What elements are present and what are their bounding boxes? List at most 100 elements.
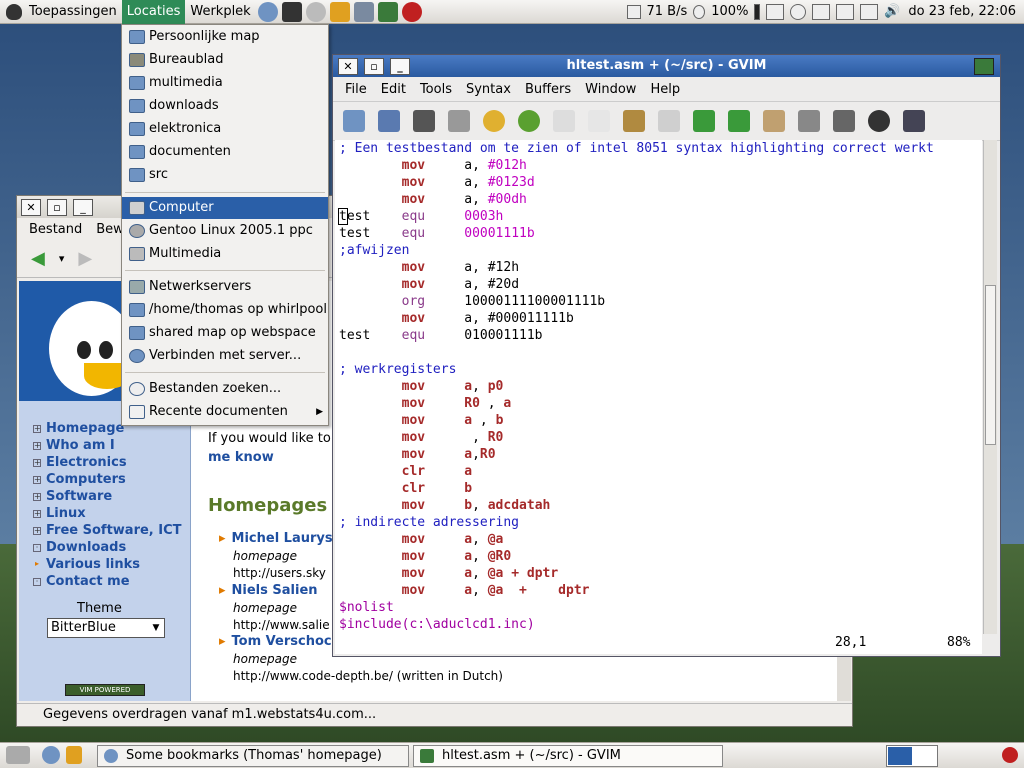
menu-tools[interactable]: Tools bbox=[420, 82, 452, 97]
close-icon[interactable]: ✕ bbox=[338, 58, 358, 75]
script-icon[interactable] bbox=[903, 110, 925, 132]
menu-bewerken[interactable]: Bew bbox=[96, 222, 124, 237]
nav-linux[interactable]: + Linux bbox=[33, 505, 182, 522]
network-launcher-icon[interactable] bbox=[353, 1, 374, 22]
menu-syntax[interactable]: Syntax bbox=[466, 82, 511, 97]
nav-various-links[interactable]: ▸ Various links bbox=[33, 556, 182, 573]
entry-name-link[interactable]: Tom Verschoc bbox=[232, 634, 332, 649]
window-icon-2[interactable] bbox=[836, 3, 855, 20]
editor-scrollbar[interactable] bbox=[983, 140, 997, 634]
places-item-desktop[interactable]: Bureaublad bbox=[122, 49, 328, 71]
entry-name-link[interactable]: Michel Laurys bbox=[232, 531, 333, 546]
volume-icon[interactable]: 🔊 bbox=[884, 4, 902, 20]
nav-software[interactable]: + Software bbox=[33, 488, 182, 505]
gnome-foot-icon[interactable] bbox=[6, 3, 22, 20]
gvim-titlebar[interactable]: ✕ ▫ _ hltest.asm + (~/src) - GVIM bbox=[333, 55, 1000, 77]
minimize-icon[interactable]: _ bbox=[390, 58, 410, 75]
places-menu-button[interactable]: Locaties bbox=[121, 0, 186, 24]
taskbar-item-gvim[interactable]: hltest.asm + (~/src) - GVIM bbox=[413, 745, 723, 767]
workspace-switcher[interactable] bbox=[886, 745, 938, 767]
nav-free-software[interactable]: + Free Software, ICT bbox=[33, 522, 182, 539]
places-item-connect-server[interactable]: Verbinden met server... bbox=[122, 345, 328, 367]
nav-downloads[interactable]: · Downloads bbox=[33, 539, 182, 556]
clock-launcher-icon[interactable] bbox=[305, 1, 326, 22]
places-item-multimedia-drive[interactable]: Multimedia bbox=[122, 243, 328, 265]
print-icon[interactable] bbox=[448, 110, 470, 132]
menu-window[interactable]: Window bbox=[585, 82, 636, 97]
tux-launcher-icon[interactable] bbox=[329, 1, 350, 22]
cd-icon[interactable] bbox=[790, 3, 807, 20]
places-item-multimedia[interactable]: multimedia bbox=[122, 72, 328, 94]
places-item-network-servers[interactable]: Netwerkservers bbox=[122, 276, 328, 298]
nav-who-am-i[interactable]: + Who am I bbox=[33, 437, 182, 454]
places-item-documenten[interactable]: documenten bbox=[122, 141, 328, 163]
browser-launcher-icon[interactable] bbox=[257, 1, 278, 22]
power-icon[interactable] bbox=[1002, 747, 1018, 763]
entry-url[interactable]: http://www.salie bbox=[233, 618, 330, 632]
bluetooth-icon[interactable] bbox=[42, 746, 60, 764]
nav-contact-me[interactable]: · Contact me bbox=[33, 573, 182, 590]
places-item-whirlpool[interactable]: /home/thomas op whirlpool bbox=[122, 299, 328, 321]
editor-text-area[interactable]: ; Een testbestand om te zien of intel 80… bbox=[335, 140, 982, 634]
workspace-active[interactable] bbox=[888, 747, 912, 765]
terminal-launcher-icon[interactable] bbox=[281, 1, 302, 22]
workspace-icon-1[interactable] bbox=[766, 3, 785, 20]
back-icon[interactable]: ◀ bbox=[31, 248, 45, 269]
redo-icon[interactable] bbox=[518, 110, 540, 132]
taskbar-item-browser[interactable]: Some bookmarks (Thomas' homepage) bbox=[97, 745, 409, 767]
save-all-icon[interactable] bbox=[413, 110, 435, 132]
menu-buffers[interactable]: Buffers bbox=[525, 82, 571, 97]
settings-icon[interactable] bbox=[868, 110, 890, 132]
maximize-icon[interactable]: ▫ bbox=[47, 199, 67, 216]
logout-launcher-icon[interactable] bbox=[401, 1, 422, 22]
paste-icon[interactable] bbox=[623, 110, 645, 132]
places-item-search-files[interactable]: Bestanden zoeken... bbox=[122, 378, 328, 400]
vim-powered-badge[interactable]: VIM POWERED bbox=[65, 684, 145, 696]
places-item-src[interactable]: src bbox=[122, 164, 328, 186]
entry-url[interactable]: http://users.sky bbox=[233, 566, 333, 580]
load-session-icon[interactable] bbox=[798, 110, 820, 132]
vim-launcher-icon[interactable] bbox=[377, 1, 398, 22]
me-know-link[interactable]: me know bbox=[208, 450, 274, 465]
copy-icon[interactable] bbox=[588, 110, 610, 132]
undo-icon[interactable] bbox=[483, 110, 505, 132]
save-icon[interactable] bbox=[378, 110, 400, 132]
find-next-icon[interactable] bbox=[693, 110, 715, 132]
find-icon[interactable] bbox=[658, 110, 680, 132]
clock[interactable]: do 23 feb, 22:06 bbox=[908, 4, 1016, 19]
desktop-menu[interactable]: Werkplek bbox=[185, 0, 255, 24]
save-session-icon[interactable] bbox=[833, 110, 855, 132]
minimize-icon[interactable]: _ bbox=[73, 199, 93, 216]
forward-icon[interactable]: ▶ bbox=[78, 248, 92, 269]
nav-electronics[interactable]: + Electronics bbox=[33, 454, 182, 471]
menu-bestand[interactable]: Bestand bbox=[29, 222, 82, 237]
close-icon[interactable]: ✕ bbox=[21, 199, 41, 216]
places-item-computer[interactable]: Computer bbox=[122, 197, 328, 219]
applications-menu[interactable]: Toepassingen bbox=[24, 0, 122, 24]
theme-select[interactable]: BitterBlue ▼ bbox=[47, 618, 165, 638]
places-item-elektronica[interactable]: elektronica bbox=[122, 118, 328, 140]
nav-computers[interactable]: + Computers bbox=[33, 471, 182, 488]
places-item-webspace[interactable]: shared map op webspace bbox=[122, 322, 328, 344]
entry-name-link[interactable]: Niels Salien bbox=[232, 583, 318, 598]
tux-icon[interactable] bbox=[66, 746, 82, 764]
replace-icon[interactable] bbox=[763, 110, 785, 132]
entry-url[interactable]: http://www.code-depth.be/ (written in Du… bbox=[233, 669, 503, 683]
menu-edit[interactable]: Edit bbox=[381, 82, 406, 97]
menu-help[interactable]: Help bbox=[650, 82, 680, 97]
find-prev-icon[interactable] bbox=[728, 110, 750, 132]
cut-icon[interactable] bbox=[553, 110, 575, 132]
window-icon-1[interactable] bbox=[812, 3, 831, 20]
menu-file[interactable]: File bbox=[345, 82, 367, 97]
scrollbar-thumb[interactable] bbox=[985, 285, 996, 445]
maximize-icon[interactable]: ▫ bbox=[364, 58, 384, 75]
show-desktop-icon[interactable] bbox=[6, 746, 30, 764]
open-icon[interactable] bbox=[343, 110, 365, 132]
window-icon-3[interactable] bbox=[860, 3, 879, 20]
places-item-downloads[interactable]: downloads bbox=[122, 95, 328, 117]
places-item-recent-documents[interactable]: Recente documenten ▶ bbox=[122, 401, 328, 423]
chevron-down-icon[interactable]: ▾ bbox=[59, 252, 65, 265]
places-item-gentoo[interactable]: Gentoo Linux 2005.1 ppc bbox=[122, 220, 328, 242]
places-item-home[interactable]: Persoonlijke map bbox=[122, 26, 328, 48]
vim-icon bbox=[974, 58, 994, 75]
